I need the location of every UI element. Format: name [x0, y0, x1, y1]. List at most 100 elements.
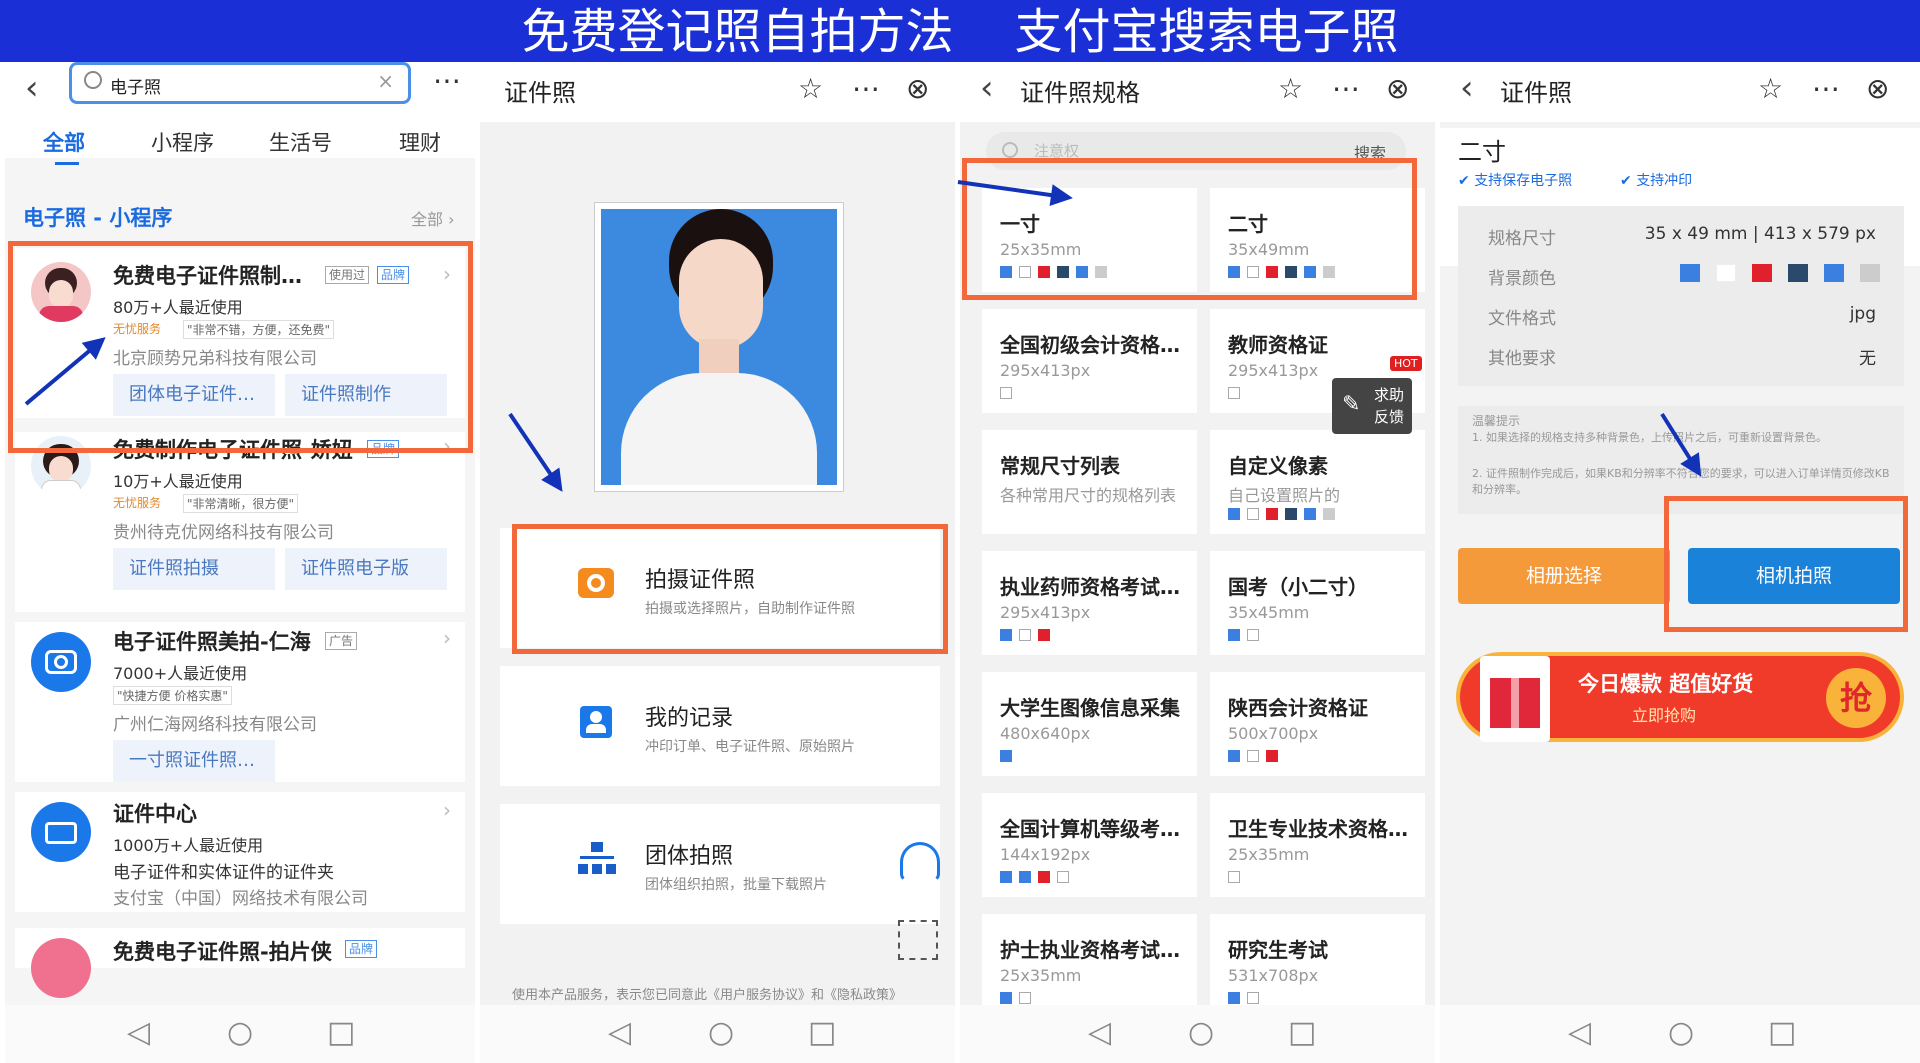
color-swatch — [1000, 387, 1012, 399]
spec-table: 规格尺寸 35 x 49 mm | 413 x 579 px 背景颜色 文件格式… — [1458, 206, 1904, 386]
result-card[interactable]: 免费制作电子证件照-娇妞 品牌 › 10万+人最近使用 无忧服务 "非常清晰，很… — [15, 432, 465, 612]
spec-dimension: 144x192px — [1000, 845, 1091, 864]
service-chip[interactable]: 证件照电子版 — [285, 548, 447, 590]
nav-recents-icon[interactable]: □ — [327, 1015, 355, 1051]
back-icon[interactable]: ‹ — [980, 68, 994, 108]
result-users: 1000万+人最近使用 — [113, 836, 264, 855]
color-swatch — [1285, 508, 1297, 520]
promo-sub: 立即抢购 — [1632, 706, 1697, 725]
spec-card[interactable]: 大学生图像信息采集 480x640px — [982, 672, 1197, 776]
banner-title: 免费登记照自拍方法 支付宝搜索电子照 — [0, 0, 1920, 62]
color-swatch[interactable] — [1680, 264, 1700, 282]
feedback-button[interactable]: ✎ 求助 反馈 — [1332, 378, 1412, 434]
color-swatch — [1304, 508, 1316, 520]
spec-key: 规格尺寸 — [1488, 229, 1556, 249]
spec-card[interactable]: 自定义像素 自己设置照片的 — [1210, 430, 1425, 534]
android-nav-bar: ◁ ○ □ — [960, 1005, 1435, 1063]
color-swatch[interactable] — [1860, 264, 1880, 282]
spec-card[interactable]: 常规尺寸列表 各种常用尺寸的规格列表 — [982, 430, 1197, 534]
spec-key: 背景颜色 — [1488, 269, 1556, 289]
clear-icon[interactable]: × — [377, 69, 394, 93]
result-company: 广州仁海网络科技有限公司 — [113, 715, 317, 735]
color-swatch — [1000, 871, 1012, 883]
search-input[interactable]: 电子照 — [110, 73, 161, 98]
result-users: 10万+人最近使用 — [113, 472, 243, 491]
service-chip[interactable]: 证件照拍摄 — [113, 548, 275, 590]
service-chip[interactable]: 一寸照证件照… — [113, 740, 275, 782]
star-icon[interactable]: ☆ — [1758, 72, 1783, 106]
spec-card[interactable]: 研究生考试 531x708px — [1210, 914, 1425, 1018]
spec-dimension: 295x413px — [1000, 361, 1091, 380]
screenshot-root: 免费登记照自拍方法 支付宝搜索电子照 ‹ 电子照 × ⋯ 全部 小程序 生活号 … — [0, 0, 1920, 1063]
nav-back-icon[interactable]: ◁ — [1568, 1015, 1591, 1051]
more-icon[interactable]: ⋯ — [1332, 72, 1360, 106]
menu-group-photo[interactable]: 团体拍照 团体组织拍照，批量下载照片 — [500, 804, 940, 924]
nav-recents-icon[interactable]: □ — [808, 1015, 836, 1051]
headset-icon[interactable] — [900, 842, 940, 882]
menu-my-records[interactable]: 我的记录 冲印订单、电子证件照、原始照片 — [500, 666, 940, 786]
color-swatch[interactable] — [1716, 264, 1736, 282]
footer-agreement[interactable]: 使用本产品服务，表示您已同意此《用户服务协议》和《隐私政策》 — [512, 984, 902, 1003]
more-icon[interactable]: ⋯ — [1812, 72, 1840, 106]
nav-home-icon[interactable]: ○ — [1188, 1015, 1214, 1051]
spec-card[interactable]: 执业药师资格考试… 295x413px — [982, 551, 1197, 655]
back-icon[interactable]: ‹ — [25, 68, 39, 108]
more-icon[interactable]: ⋯ — [852, 72, 880, 106]
tab-life[interactable]: 生活号 — [269, 127, 332, 157]
star-icon[interactable]: ☆ — [1278, 72, 1303, 106]
section-more-link[interactable]: 全部 › — [411, 206, 455, 230]
grab-button[interactable]: 抢 — [1826, 668, 1886, 728]
topbar: ‹ 证件照 ☆ ⋯ ⊗ — [1440, 62, 1920, 122]
nav-recents-icon[interactable]: □ — [1768, 1015, 1796, 1051]
spec-dimension: 25x35mm — [1228, 845, 1310, 864]
tab-all[interactable]: 全部 — [43, 127, 85, 157]
spec-dimension: 531x708px — [1228, 966, 1319, 985]
star-icon[interactable]: ☆ — [798, 72, 823, 106]
nav-back-icon[interactable]: ◁ — [608, 1015, 631, 1051]
back-icon[interactable]: ‹ — [1460, 68, 1474, 108]
nav-back-icon[interactable]: ◁ — [127, 1015, 150, 1051]
nav-home-icon[interactable]: ○ — [708, 1015, 734, 1051]
page-title: 证件照 — [504, 79, 576, 107]
nav-home-icon[interactable]: ○ — [227, 1015, 253, 1051]
color-swatch[interactable] — [1752, 264, 1772, 282]
nav-back-icon[interactable]: ◁ — [1088, 1015, 1111, 1051]
result-card[interactable]: 电子证件照美拍-仁海 广告 › 7000+人最近使用 "快捷方便 价格实惠" 广… — [15, 622, 465, 782]
album-button[interactable]: 相册选择 — [1458, 548, 1670, 604]
spec-heading: 二寸 — [1458, 138, 1506, 166]
chevron-right-icon: › — [443, 626, 451, 650]
check-icon: ✔ — [1620, 173, 1632, 189]
qr-code-icon[interactable] — [898, 920, 938, 960]
color-swatch — [1266, 750, 1278, 762]
color-swatch[interactable] — [1788, 264, 1808, 282]
result-card[interactable]: 证件中心 › 1000万+人最近使用 电子证件和实体证件的证件夹 支付宝（中国）… — [15, 792, 465, 912]
color-swatch — [1247, 629, 1259, 641]
spec-name: 研究生考试 — [1228, 938, 1328, 962]
spec-card[interactable]: 陕西会计资格证 500x700px — [1210, 672, 1425, 776]
tab-finance[interactable]: 理财 — [399, 127, 441, 157]
close-icon[interactable]: ⊗ — [1866, 72, 1889, 106]
result-users: 7000+人最近使用 — [113, 664, 248, 683]
spec-card[interactable]: 护士执业资格考试… 25x35mm — [982, 914, 1197, 1018]
close-icon[interactable]: ⊗ — [906, 72, 929, 106]
nav-home-icon[interactable]: ○ — [1668, 1015, 1694, 1051]
search-box[interactable]: 电子照 × — [69, 62, 411, 104]
close-icon[interactable]: ⊗ — [1386, 72, 1409, 106]
spec-card[interactable]: 全国初级会计资格… 295x413px — [982, 309, 1197, 413]
search-topbar: ‹ 电子照 × ⋯ 全部 小程序 生活号 理财 — [5, 62, 475, 165]
color-swatch[interactable] — [1824, 264, 1844, 282]
badge-save: ✔ 支持保存电子照 — [1458, 173, 1573, 189]
more-icon[interactable]: ⋯ — [433, 64, 461, 98]
spec-card[interactable]: 国考（小二寸） 35x45mm — [1210, 551, 1425, 655]
promo-banner[interactable]: 今日爆款 超值好货 立即抢购 抢 — [1456, 652, 1904, 742]
spec-card[interactable]: 卫生专业技术资格… 25x35mm — [1210, 793, 1425, 897]
tips-title: 温馨提示 — [1472, 414, 1521, 428]
tab-miniapp[interactable]: 小程序 — [151, 127, 214, 157]
nav-recents-icon[interactable]: □ — [1288, 1015, 1316, 1051]
android-nav-bar: ◁ ○ □ — [5, 1005, 475, 1063]
feedback-label: 反馈 — [1374, 408, 1405, 426]
result-card[interactable]: 免费电子证件照-拍片侠 品牌 — [15, 928, 465, 998]
check-icon: ✔ — [1458, 173, 1470, 189]
spec-dimension: 500x700px — [1228, 724, 1319, 743]
spec-card[interactable]: 全国计算机等级考… 144x192px — [982, 793, 1197, 897]
